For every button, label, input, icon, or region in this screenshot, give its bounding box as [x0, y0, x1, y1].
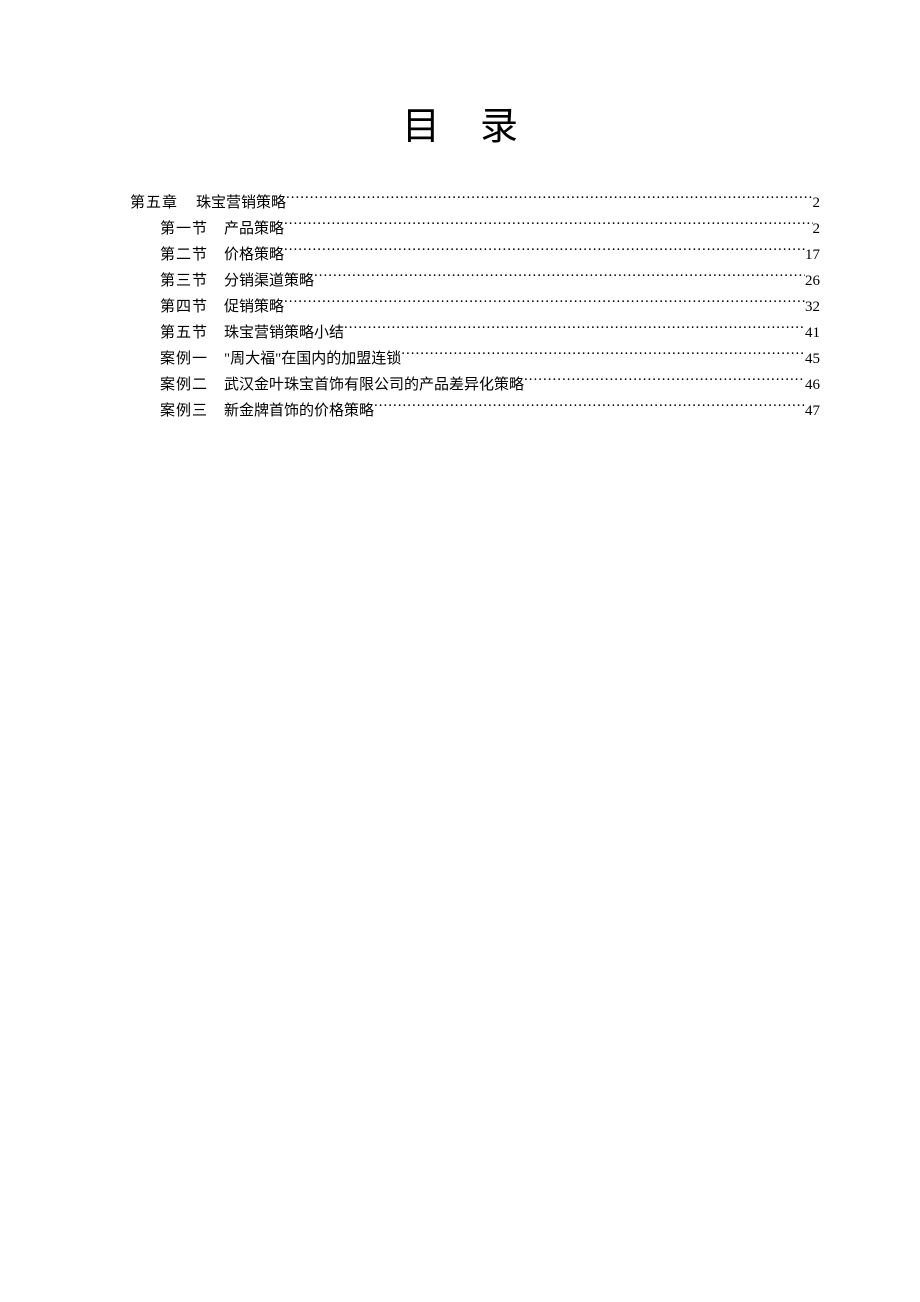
toc-text: 珠宝营销策略 — [196, 190, 286, 216]
toc-prefix: 第五节 — [160, 320, 208, 346]
toc-text: 珠宝营销策略小结 — [224, 320, 344, 346]
toc-dots — [401, 348, 805, 363]
toc-prefix: 第四节 — [160, 294, 208, 320]
toc-page: 46 — [805, 372, 820, 398]
toc-entry: 案例一 "周大福"在国内的加盟连锁 45 — [100, 346, 820, 372]
toc-entry: 第五节 珠宝营销策略小结 41 — [100, 320, 820, 346]
toc-entry: 第一节 产品策略 2 — [100, 216, 820, 242]
toc-text: 促销策略 — [224, 294, 284, 320]
toc-prefix: 案例二 — [160, 372, 208, 398]
toc-prefix: 第三节 — [160, 268, 208, 294]
toc-text: 价格策略 — [224, 242, 284, 268]
toc-prefix: 第五章 — [130, 190, 178, 216]
toc-prefix: 第一节 — [160, 216, 208, 242]
toc-page: 32 — [805, 294, 820, 320]
toc-entry: 第二节 价格策略 17 — [100, 242, 820, 268]
toc-page: 45 — [805, 346, 820, 372]
toc-prefix: 案例一 — [160, 346, 208, 372]
toc-page: 2 — [813, 216, 821, 242]
toc-entry: 第四节 促销策略 32 — [100, 294, 820, 320]
toc-text: 产品策略 — [224, 216, 284, 242]
toc-dots — [524, 374, 805, 389]
toc-page: 41 — [805, 320, 820, 346]
toc-entry: 第五章 珠宝营销策略 2 — [100, 190, 820, 216]
toc-text: 新金牌首饰的价格策略 — [224, 398, 374, 424]
toc-dots — [284, 244, 805, 259]
toc-page: 2 — [813, 190, 821, 216]
page-title: 目录 — [100, 95, 820, 150]
toc-text: 武汉金叶珠宝首饰有限公司的产品差异化策略 — [224, 372, 524, 398]
table-of-contents: 第五章 珠宝营销策略 2 第一节 产品策略 2 第二节 价格策略 17 第三节 … — [100, 190, 820, 424]
toc-page: 26 — [805, 268, 820, 294]
toc-dots — [284, 218, 812, 233]
toc-entry: 案例二 武汉金叶珠宝首饰有限公司的产品差异化策略 46 — [100, 372, 820, 398]
toc-text: "周大福"在国内的加盟连锁 — [224, 346, 401, 372]
toc-dots — [374, 400, 805, 415]
toc-dots — [284, 296, 805, 311]
toc-dots — [286, 192, 812, 207]
toc-page: 17 — [805, 242, 820, 268]
toc-entry: 第三节 分销渠道策略 26 — [100, 268, 820, 294]
toc-prefix: 案例三 — [160, 398, 208, 424]
toc-page: 47 — [805, 398, 820, 424]
toc-entry: 案例三 新金牌首饰的价格策略 47 — [100, 398, 820, 424]
toc-prefix: 第二节 — [160, 242, 208, 268]
toc-text: 分销渠道策略 — [224, 268, 314, 294]
toc-dots — [314, 270, 805, 285]
toc-dots — [344, 322, 805, 337]
